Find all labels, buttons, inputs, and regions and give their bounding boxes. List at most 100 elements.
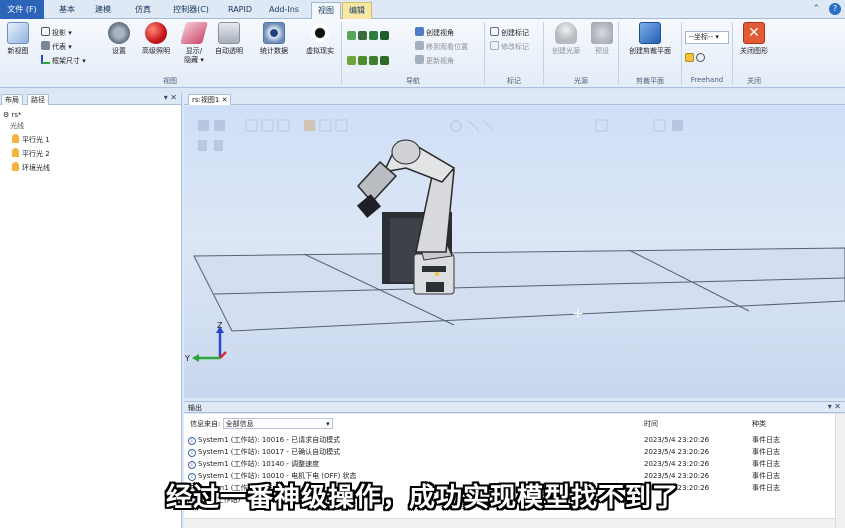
freehand-move-icon[interactable]	[685, 53, 694, 62]
view-top-icon[interactable]	[358, 31, 367, 40]
play-icon[interactable]	[198, 140, 207, 151]
tab-view[interactable]: 视图	[311, 2, 341, 19]
measure-line-icon[interactable]	[468, 120, 480, 132]
view-iso-3-icon[interactable]	[369, 56, 378, 65]
tab-basic[interactable]: 基本	[52, 2, 82, 19]
advanced-lighting-button[interactable]: 高级照明	[138, 22, 174, 56]
snap-icon[interactable]	[214, 120, 225, 131]
output-horizontal-scrollbar[interactable]	[184, 518, 835, 528]
close-graphics-button[interactable]: ✕ 关闭图形	[736, 22, 772, 56]
tab-layout[interactable]: 布局	[1, 94, 23, 105]
tab-rapid[interactable]: RAPID	[222, 2, 258, 19]
snap-grid-icon[interactable]	[335, 119, 348, 132]
snap-center-icon[interactable]	[261, 119, 274, 132]
create-marker-button[interactable]: 创建标记	[490, 27, 529, 38]
modify-marker-button[interactable]: 修改标记	[490, 41, 529, 52]
filter-select[interactable]: 全部信息 ▾	[222, 418, 333, 429]
freehand-rotate-icon[interactable]	[696, 53, 705, 62]
ribbon-separator	[618, 22, 619, 85]
create-viewpoint-button[interactable]: 创建视角	[415, 27, 454, 38]
tab-simulation[interactable]: 仿真	[126, 2, 160, 19]
layout-panel: 布局 路径 ▾ ✕ ⚙ rs* 光线 平行光 1 平行光 2 环境光线	[0, 93, 182, 528]
new-view-button[interactable]: 新视图	[3, 22, 33, 56]
help-icon[interactable]: ?	[829, 3, 841, 15]
view-iso-1-icon[interactable]	[347, 56, 356, 65]
chevron-down-icon: ▾	[326, 420, 330, 428]
move-to-viewpoint-button[interactable]: 移到观看位置	[415, 41, 468, 52]
auto-transparent-button[interactable]: 自动透明	[212, 22, 246, 56]
settings-button[interactable]: 设置	[106, 22, 132, 56]
log-row[interactable]: i System1 (工作站): 10140 - 调整速度 2023/5/4 23:…	[188, 458, 828, 470]
robot-tool	[356, 194, 382, 218]
station-node[interactable]: ⚙ rs*	[3, 110, 22, 121]
preset-light-icon	[591, 22, 613, 44]
update-viewpoint-button[interactable]: 更新视角	[415, 55, 454, 66]
select-icon[interactable]	[198, 120, 209, 131]
group-label-clip: 剪裁平面	[636, 77, 664, 85]
light-item[interactable]: 环境光线	[12, 162, 50, 173]
tab-view1[interactable]: rs:视图1 ✕	[188, 94, 232, 105]
settings-icon	[108, 22, 130, 44]
view-iso-2-icon[interactable]	[358, 56, 367, 65]
statistics-button[interactable]: 统计数据	[256, 22, 292, 56]
preset-button[interactable]: 预设	[589, 22, 615, 56]
light-item[interactable]: 平行光 1	[12, 134, 50, 145]
new-view-icon	[7, 22, 29, 44]
viewport-toolbar[interactable]	[198, 119, 683, 151]
tab-addins[interactable]: Add-Ins	[264, 2, 304, 19]
proxy-button[interactable]: 代表 ▾	[41, 41, 72, 52]
snap-end-icon[interactable]	[304, 120, 315, 131]
virtual-display-label: 虚拟现实	[306, 47, 334, 55]
snap-object-icon[interactable]	[245, 119, 258, 132]
view-presets-row-1[interactable]	[347, 31, 391, 42]
3d-viewport[interactable]: + Z Y	[184, 106, 845, 398]
tab-modeling[interactable]: 建模	[88, 2, 118, 19]
frame-size-button[interactable]: 框架尺寸 ▾	[41, 55, 86, 66]
show-hide-button[interactable]: 显示/隐藏 ▾	[180, 22, 208, 65]
close-tab-icon[interactable]: ✕	[222, 96, 228, 104]
view-presets-row-2[interactable]	[347, 56, 391, 67]
light-item[interactable]: 平行光 2	[12, 148, 50, 159]
log-message: System1 (工作站): 10016 - 已请求自动模式	[198, 436, 341, 444]
view-frame-icon[interactable]	[653, 119, 666, 132]
projection-label: 投影	[52, 29, 66, 37]
snap-mid-icon[interactable]	[277, 119, 290, 132]
snap-edge-icon[interactable]	[319, 119, 332, 132]
column-header-type[interactable]: 种类	[752, 419, 766, 429]
create-clip-plane-button[interactable]: 创建剪裁平面	[622, 22, 678, 56]
create-clip-plane-label: 创建剪裁平面	[629, 47, 671, 55]
info-icon: i	[188, 461, 196, 469]
lights-header[interactable]: 光线	[10, 121, 24, 132]
measure-angle-icon[interactable]	[483, 120, 495, 132]
tab-controller[interactable]: 控制器(C)	[166, 2, 216, 19]
log-row[interactable]: i System1 (工作站): 10016 - 已请求自动模式 2023/5/4 …	[188, 434, 828, 446]
tab-edit[interactable]: 编辑	[342, 2, 372, 19]
column-header-time[interactable]: 时间	[644, 419, 658, 429]
stop-icon[interactable]	[214, 140, 223, 151]
coordinate-select[interactable]: --坐标-- ▾	[685, 31, 729, 44]
view-home-icon[interactable]	[672, 120, 683, 131]
measure-distance-icon[interactable]	[595, 119, 608, 132]
robot-base-plate	[426, 282, 444, 292]
tab-paths[interactable]: 路径	[27, 94, 49, 105]
view-front-icon[interactable]	[347, 31, 356, 40]
light-label: 平行光 1	[22, 136, 50, 144]
collapse-ribbon-icon[interactable]: ⌃	[813, 4, 821, 14]
measure-circle-icon[interactable]	[450, 120, 462, 132]
view-back-icon[interactable]	[380, 31, 389, 40]
virtual-display-button[interactable]: 虚拟现实	[302, 22, 338, 56]
view-side-icon[interactable]	[369, 31, 378, 40]
group-label-close: 关闭	[747, 77, 761, 85]
group-label-navigation: 导航	[406, 77, 420, 85]
output-panel-controls[interactable]: ▾ ✕	[828, 402, 841, 411]
view-tab-label: rs:视图1	[192, 96, 220, 104]
panel-controls[interactable]: ▾ ✕	[164, 93, 177, 102]
create-light-button[interactable]: 创建光源	[547, 22, 585, 56]
ribbon-separator	[341, 22, 342, 85]
z-axis-label: Z	[217, 321, 223, 330]
projection-button[interactable]: 投影 ▾	[41, 27, 72, 38]
view-iso-4-icon[interactable]	[380, 56, 389, 65]
lighting-sphere-icon	[145, 22, 167, 44]
tab-file[interactable]: 文件 (F)	[0, 0, 44, 19]
log-row[interactable]: i System1 (工作站): 10017 - 已确认自动模式 2023/5/4 …	[188, 446, 828, 458]
